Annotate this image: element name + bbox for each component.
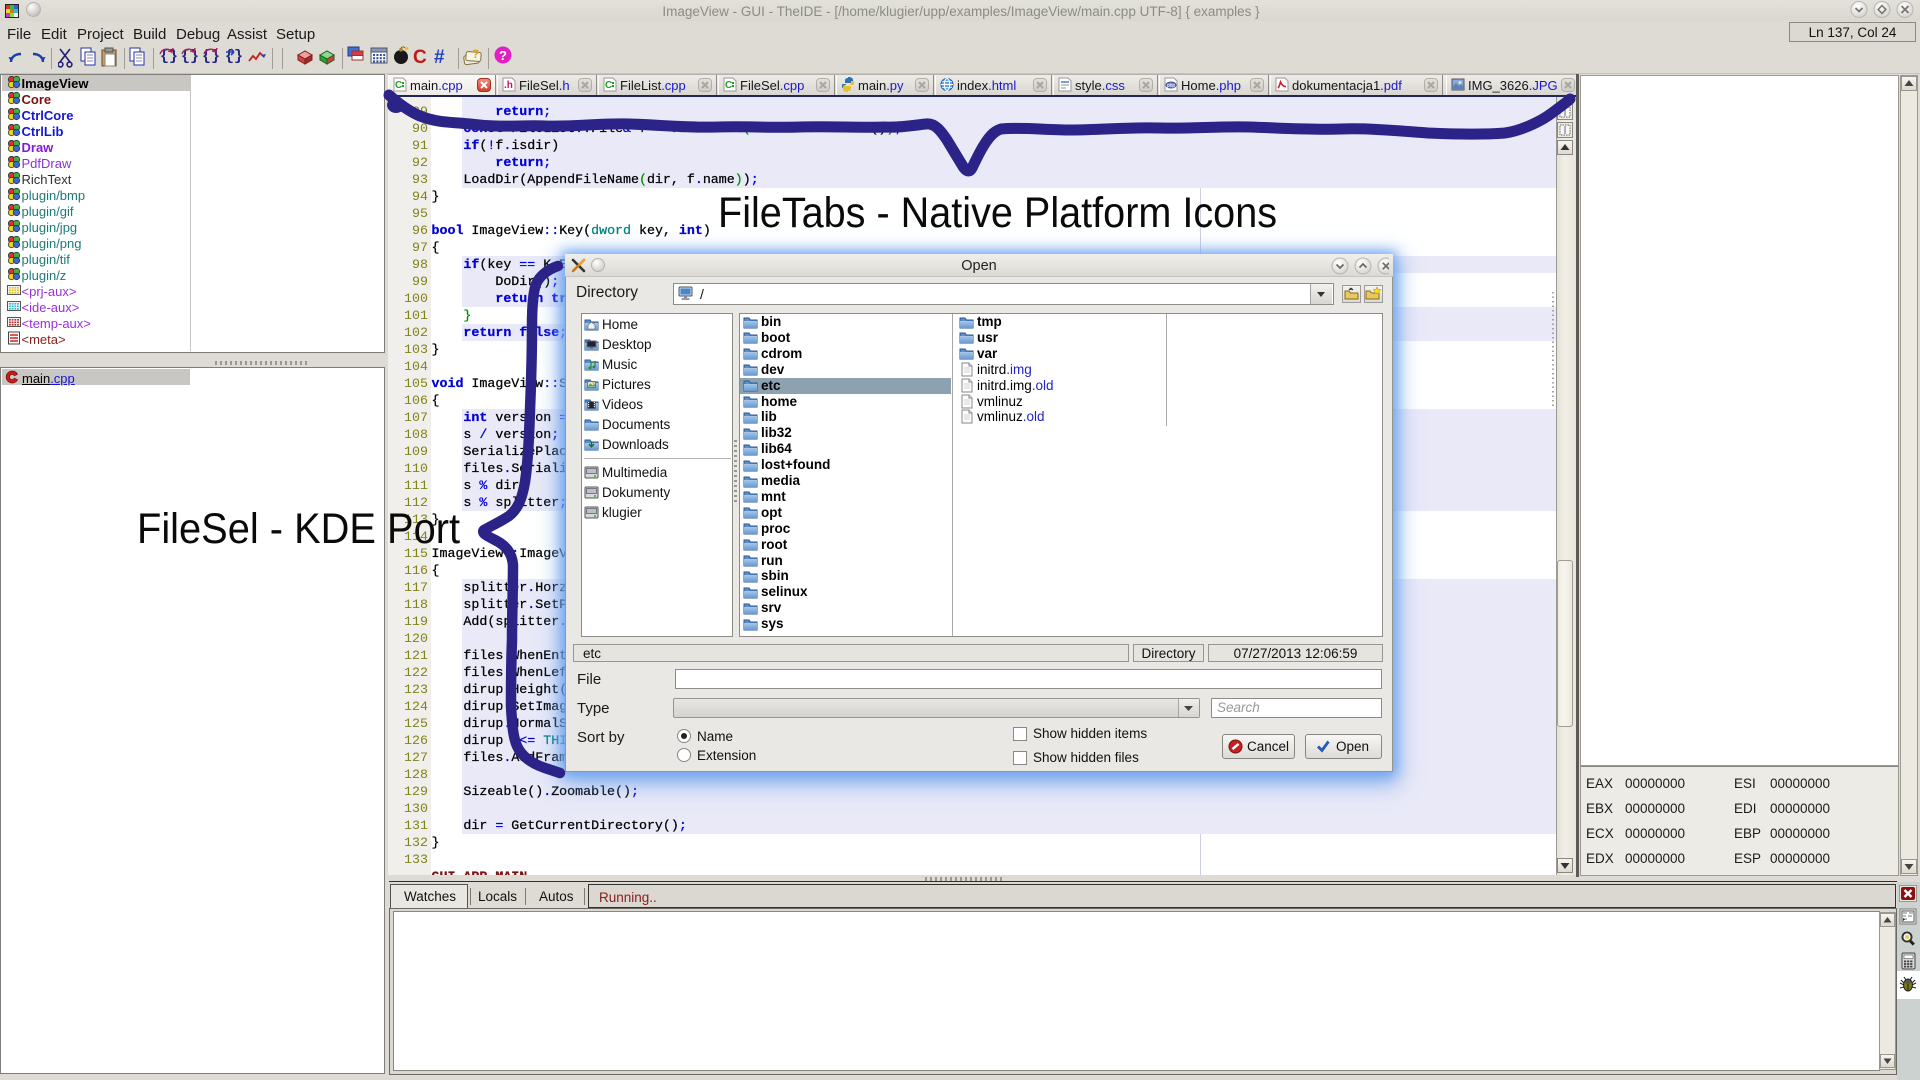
svg-text:?: ? bbox=[499, 48, 507, 63]
svg-text:C: C bbox=[605, 80, 612, 91]
svg-text:C: C bbox=[725, 80, 732, 91]
svg-text:C: C bbox=[413, 47, 427, 68]
svg-text:?: ? bbox=[472, 47, 479, 61]
svg-text:.h: .h bbox=[504, 80, 513, 91]
svg-text:php: php bbox=[1167, 83, 1176, 89]
svg-text:C: C bbox=[395, 80, 402, 91]
svg-text:#: # bbox=[434, 47, 445, 68]
